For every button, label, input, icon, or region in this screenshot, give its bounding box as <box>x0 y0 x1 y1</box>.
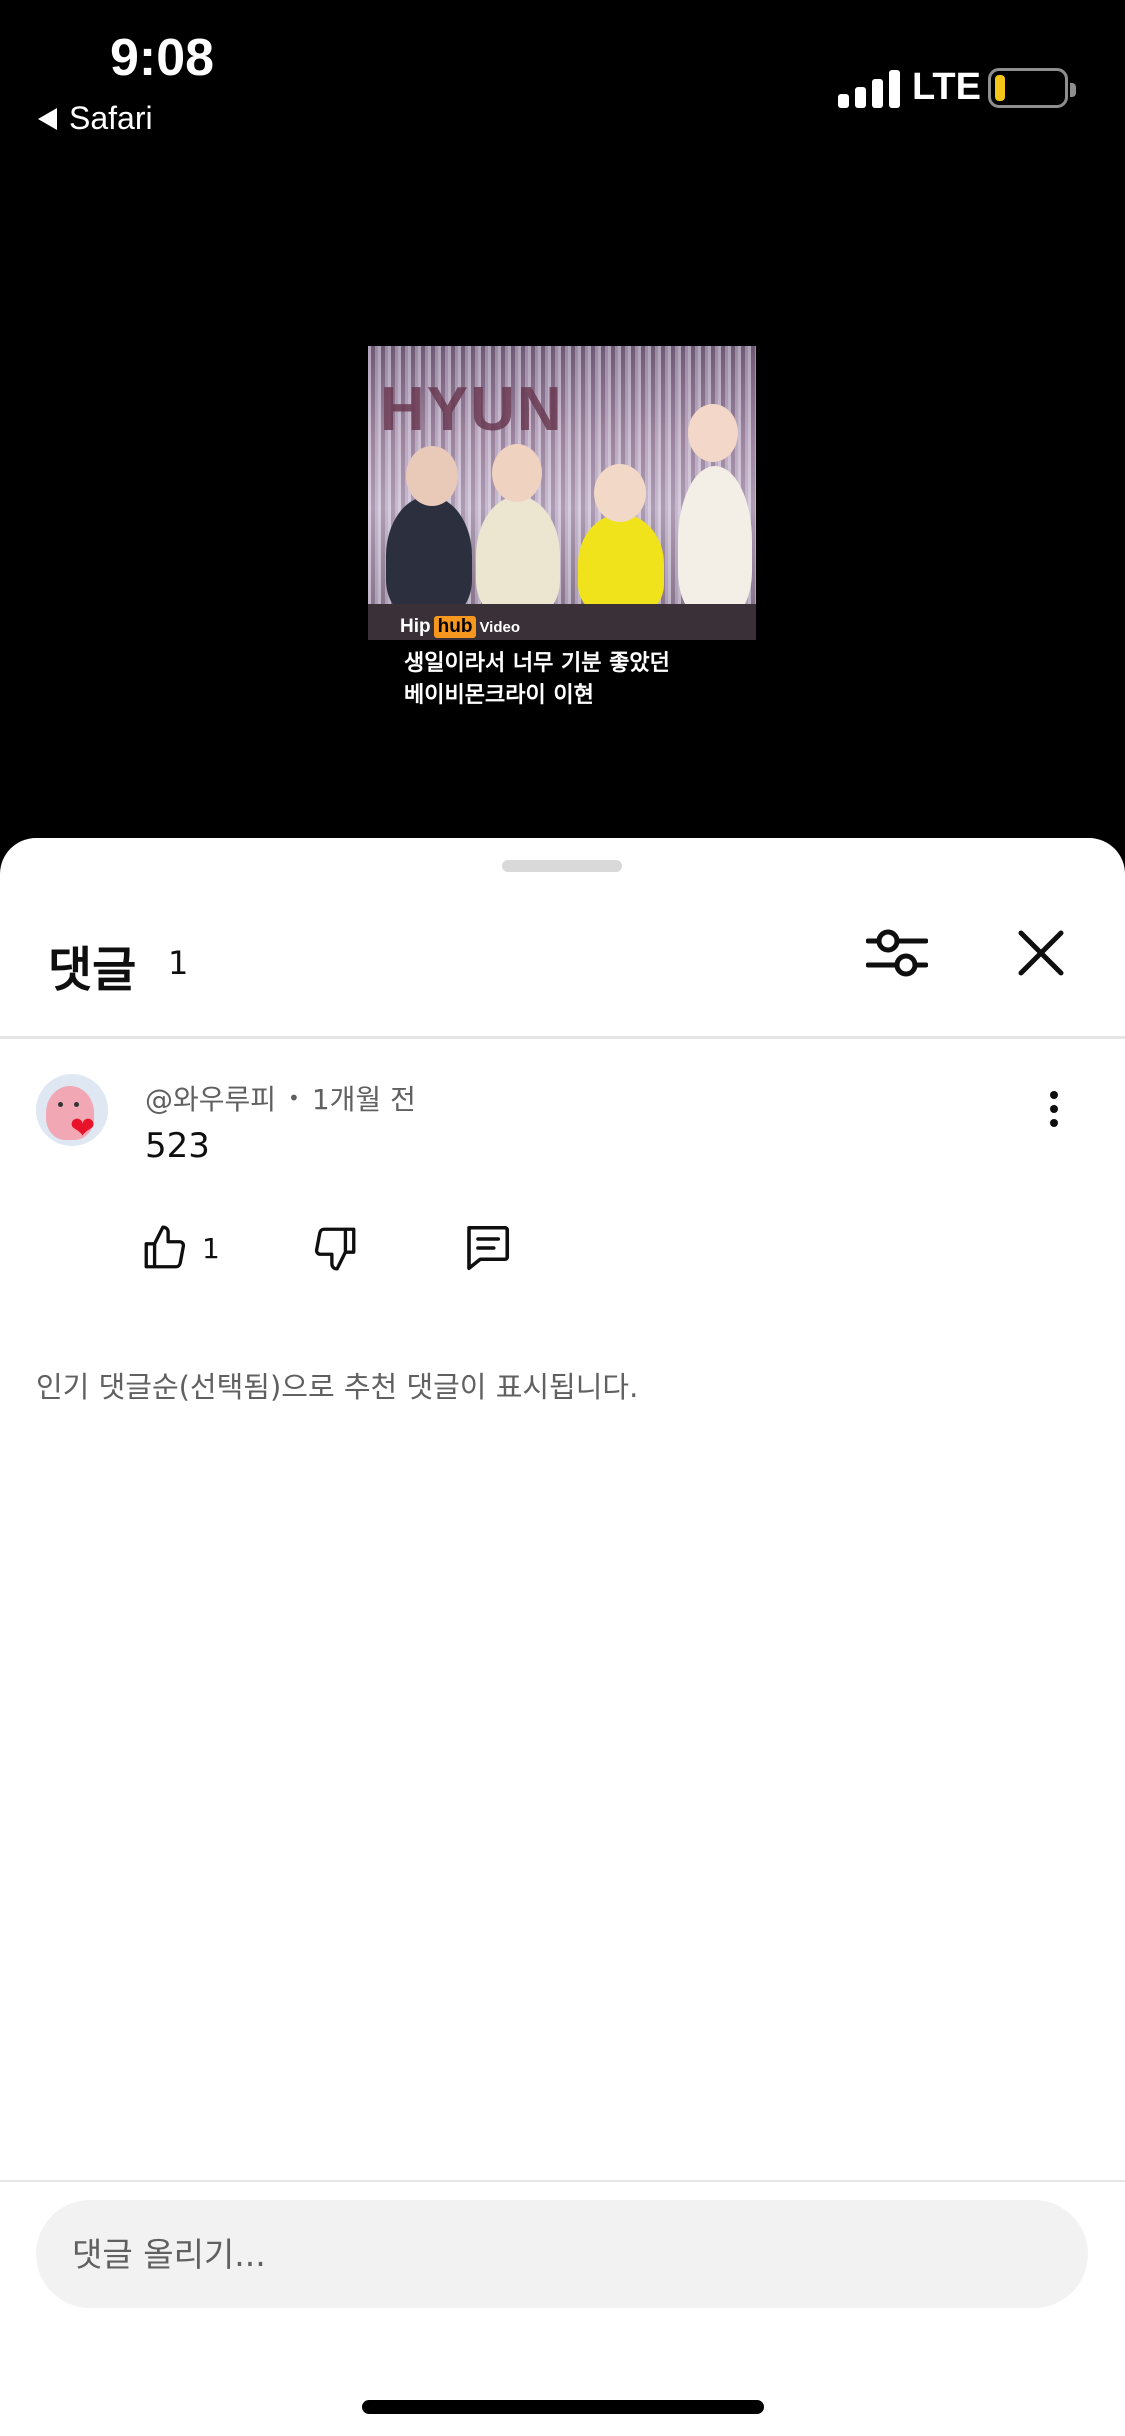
reply-comment-icon <box>467 1225 510 1271</box>
network-type: LTE <box>912 66 981 108</box>
thumbs-up-icon <box>144 1225 186 1269</box>
watermark-video: Video <box>479 618 521 636</box>
like-button[interactable]: 1 <box>140 1218 220 1278</box>
like-count: 1 <box>202 1231 220 1265</box>
comment-meta: @와우루피 • 1개월 전 <box>145 1078 416 1118</box>
watermark-hub: hub <box>433 616 477 638</box>
dislike-button[interactable] <box>310 1218 360 1278</box>
comment-item: ❤ @와우루피 • 1개월 전 523 1 <box>0 1070 1125 1280</box>
reply-button[interactable] <box>460 1218 514 1278</box>
video-watermark: Hip hub Video <box>400 616 520 638</box>
status-time: 9:08 <box>110 29 215 87</box>
cellular-signal-icon <box>838 68 900 108</box>
comments-sheet: 댓글 1 ❤ @와우루피 • 1개월 전 523 1 인기 댓글순(선택됨)으로… <box>0 838 1125 2436</box>
comment-time: 1개월 전 <box>311 1083 416 1116</box>
sheet-drag-handle[interactable] <box>502 860 622 872</box>
video-player[interactable]: HYUN Hip hub Video <box>368 346 756 640</box>
battery-icon <box>988 68 1076 108</box>
comments-count: 1 <box>168 944 189 982</box>
input-divider <box>0 2180 1125 2182</box>
close-comments-button[interactable] <box>1006 918 1076 988</box>
video-caption: 생일이라서 너무 기분 좋았던 베이비몬크라이 이현 <box>404 648 670 712</box>
back-arrow-icon <box>38 107 57 130</box>
header-divider <box>0 1036 1125 1039</box>
comment-text: 523 <box>145 1126 210 1166</box>
comment-input[interactable] <box>36 2200 1088 2308</box>
sort-filter-button[interactable] <box>862 918 932 988</box>
watermark-hip: Hip <box>400 616 431 637</box>
battery-level <box>995 75 1005 101</box>
thumbs-down-icon <box>314 1227 356 1271</box>
more-vert-icon <box>1050 1091 1058 1099</box>
sort-note: 인기 댓글순(선택됨)으로 추천 댓글이 표시됩니다. <box>36 1370 639 1404</box>
status-bar: 9:08 Safari LTE <box>0 0 1125 150</box>
comments-header: 댓글 1 <box>0 918 1125 1038</box>
meta-separator: • <box>288 1086 300 1110</box>
balloon-letters: HYUN <box>380 375 564 444</box>
comments-title: 댓글 <box>48 942 137 998</box>
back-to-safari-button[interactable]: Safari <box>38 100 153 137</box>
comment-author[interactable]: @와우루피 <box>145 1078 276 1118</box>
sliders-icon <box>866 929 928 977</box>
close-icon <box>1018 930 1064 976</box>
home-indicator[interactable] <box>362 2400 764 2414</box>
heart-icon: ❤ <box>70 1111 96 1146</box>
caption-line-2: 베이비몬크라이 이현 <box>404 683 594 708</box>
avatar[interactable]: ❤ <box>36 1074 108 1146</box>
caption-line-1: 생일이라서 너무 기분 좋았던 <box>404 651 670 676</box>
back-app-label: Safari <box>69 100 153 136</box>
comment-more-button[interactable] <box>1034 1084 1074 1134</box>
